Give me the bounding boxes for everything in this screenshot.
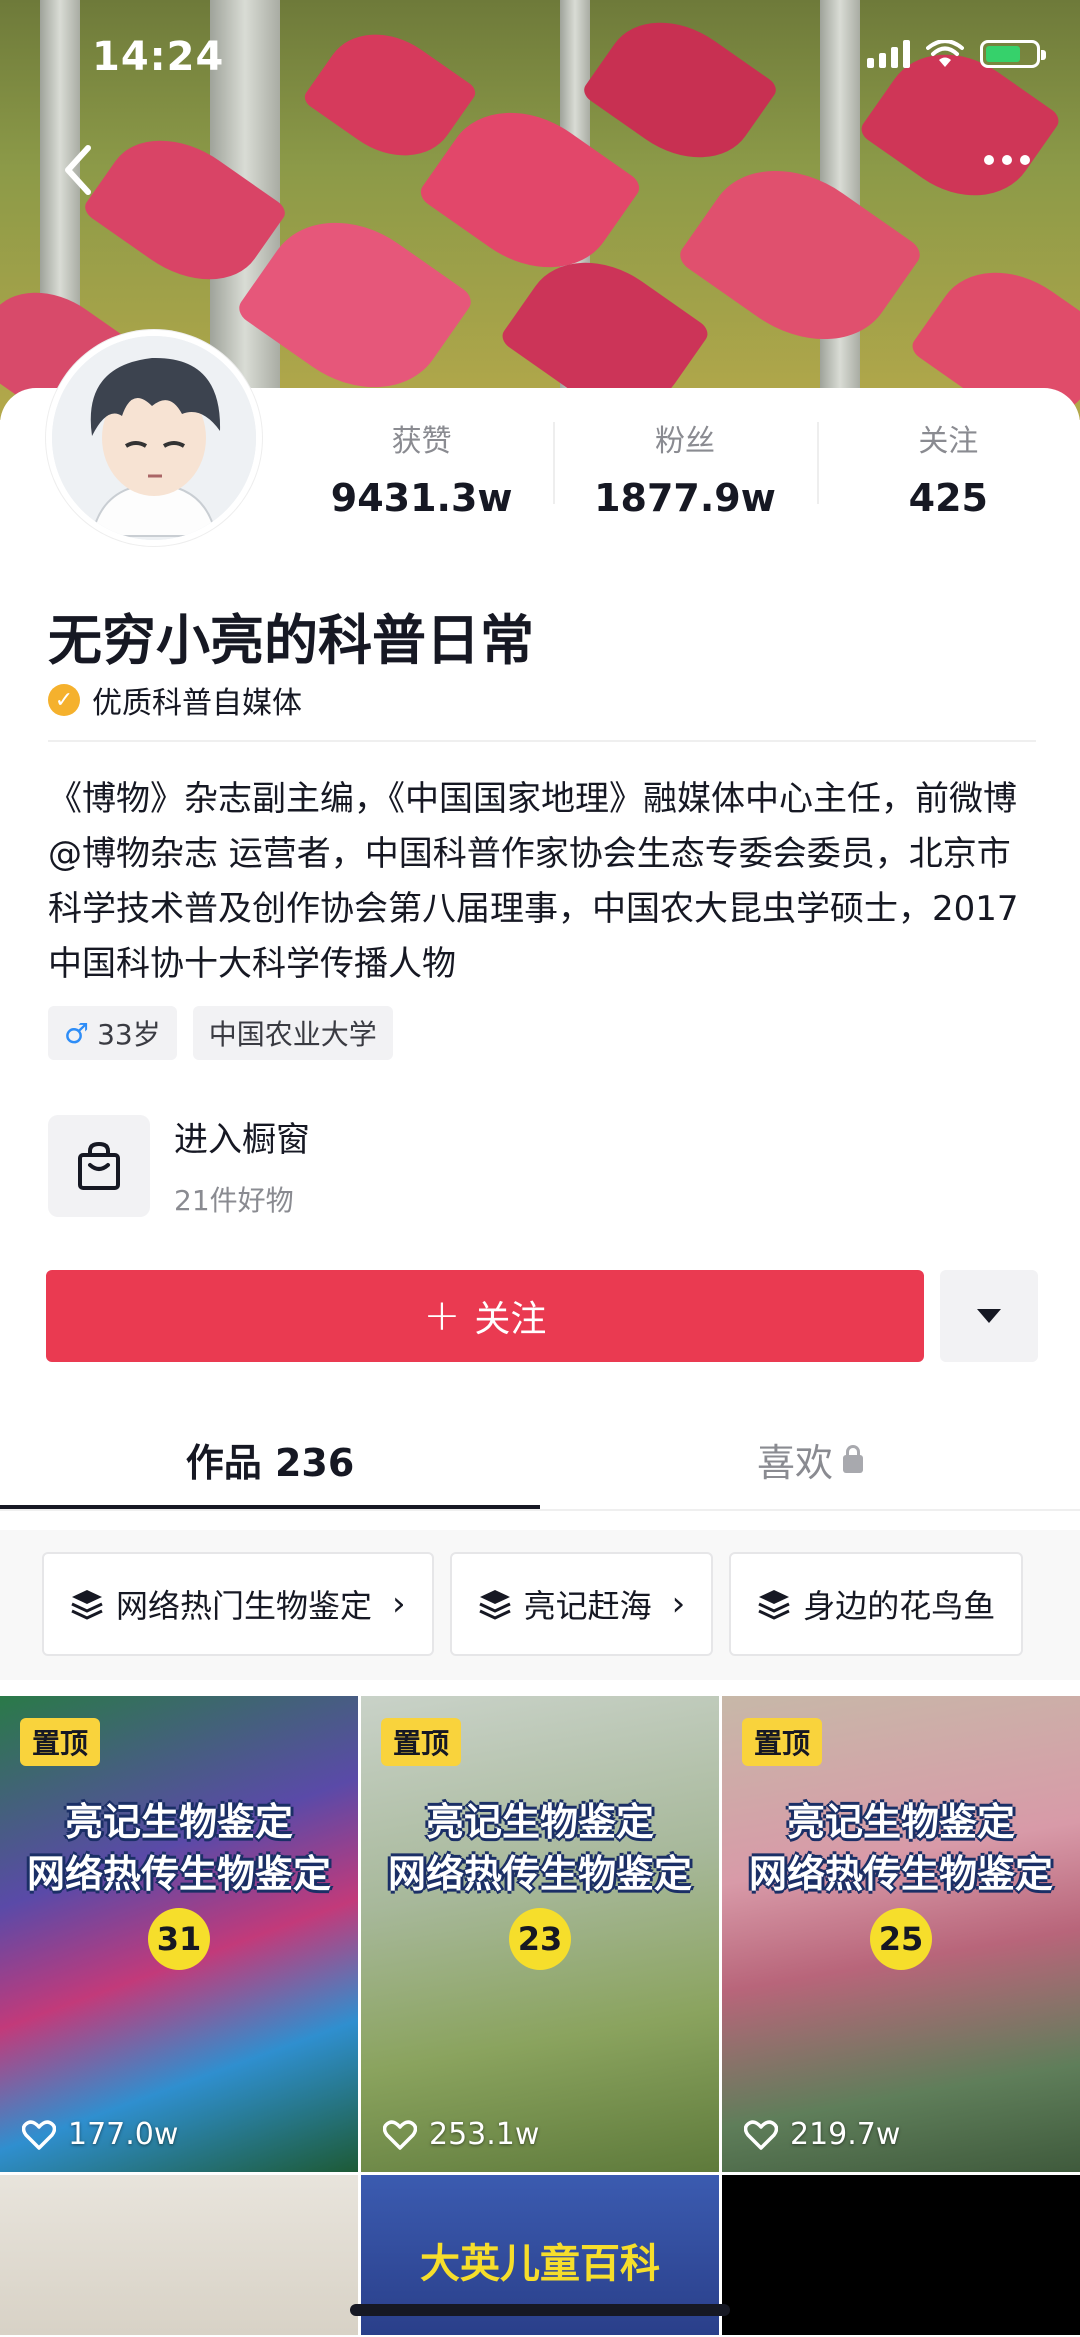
divider — [48, 740, 1036, 742]
verification-text: 优质科普自媒体 — [92, 686, 302, 721]
stat-label: 粉丝 — [654, 424, 715, 459]
stat-value: 425 — [908, 476, 988, 520]
heart-outline-icon — [383, 2119, 417, 2150]
pinned-badge: 置顶 — [381, 1718, 462, 1766]
shopping-bag-icon — [48, 1114, 150, 1217]
status-icons — [867, 40, 1046, 68]
avatar-illustration — [52, 336, 256, 540]
like-count: 253.1w — [383, 2117, 539, 2152]
cover-title: 大英儿童百科 — [420, 2241, 660, 2287]
video-thumbnail[interactable]: 置顶 亮记生物鉴定 网络热传生物鉴定 23 253.1w — [361, 1696, 719, 2172]
avatar[interactable] — [46, 330, 262, 546]
follow-label: 关注 — [474, 1299, 547, 1340]
age-text: 33岁 — [97, 1018, 161, 1051]
stat-likes[interactable]: 获赞 9431.3w — [290, 416, 553, 520]
layers-icon — [478, 1590, 511, 1620]
video-thumbnail[interactable]: 置顶 亮记生物鉴定 网络热传生物鉴定 25 219.7w — [722, 1696, 1080, 2172]
like-count-text: 253.1w — [429, 2117, 540, 2152]
school-text: 中国农业大学 — [208, 1018, 377, 1051]
like-count-text: 177.0w — [68, 2117, 179, 2152]
battery-icon — [980, 40, 1046, 68]
back-button[interactable] — [54, 140, 104, 200]
profile-tags: ♂ 33岁 中国农业大学 — [48, 1006, 393, 1060]
cover-title: 亮记生物鉴定 网络热传生物鉴定 23 — [361, 1796, 719, 1970]
episode-number: 31 — [148, 1908, 210, 1970]
tab-likes-label: 喜欢 — [756, 1441, 833, 1485]
heart-outline-icon — [22, 2119, 56, 2150]
cover-title: 亮记生物鉴定 网络热传生物鉴定 25 — [722, 1796, 1080, 1970]
episode-number: 23 — [509, 1908, 571, 1970]
stat-value: 9431.3w — [330, 476, 513, 520]
shop-subtitle: 21件好物 — [174, 1184, 294, 1217]
cover-line-2: 网络热传生物鉴定 — [748, 1852, 1053, 1896]
cover-line-1: 亮记生物鉴定 — [64, 1800, 293, 1844]
stat-label: 关注 — [918, 424, 979, 459]
video-thumbnail[interactable] — [722, 2175, 1080, 2335]
chevron-right-icon: › — [392, 1584, 406, 1624]
collection-label: 网络热门生物鉴定 — [116, 1587, 373, 1625]
collection-label: 身边的花鸟鱼 — [803, 1587, 996, 1625]
wifi-icon — [926, 40, 964, 67]
tab-works[interactable]: 作品 236 — [0, 1410, 540, 1510]
layers-icon — [758, 1590, 790, 1620]
collections-row: 网络热门生物鉴定 › 亮记赶海 › 身边的花鸟鱼 — [0, 1552, 1080, 1656]
more-options-button[interactable] — [984, 155, 1030, 165]
profile-tabs: 作品 236 喜欢 — [0, 1410, 1080, 1510]
stat-followers[interactable]: 粉丝 1877.9w — [553, 416, 816, 520]
tab-works-label: 作品 236 — [185, 1441, 355, 1485]
collection-label: 亮记赶海 — [523, 1587, 652, 1625]
chevron-right-icon: › — [671, 1584, 686, 1624]
stats-row: 获赞 9431.3w 粉丝 1877.9w 关注 425 — [290, 416, 1080, 520]
stat-label: 获赞 — [391, 424, 452, 459]
tab-divider — [0, 1509, 1080, 1511]
cover-line-1: 亮记生物鉴定 — [786, 1800, 1015, 1844]
cover-line-1: 亮记生物鉴定 — [425, 1800, 654, 1844]
age-tag: ♂ 33岁 — [48, 1006, 177, 1060]
episode-number: 25 — [870, 1908, 932, 1970]
stat-following[interactable]: 关注 425 — [816, 416, 1080, 520]
verification-badge: ✓ 优质科普自媒体 — [48, 678, 302, 722]
like-count: 219.7w — [744, 2117, 900, 2152]
cover-line-2: 网络热传生物鉴定 — [387, 1852, 692, 1896]
verified-check-icon: ✓ — [48, 684, 80, 716]
shop-window-entry[interactable]: 进入橱窗 21件好物 — [48, 1112, 310, 1219]
plus-icon: + — [423, 1290, 461, 1341]
cover-line-2: 网络热传生物鉴定 — [26, 1852, 331, 1896]
like-count-text: 219.7w — [790, 2117, 901, 2152]
home-indicator — [350, 2304, 730, 2316]
collection-chip[interactable]: 网络热门生物鉴定 › — [42, 1552, 434, 1656]
video-thumbnail[interactable]: 置顶 亮记生物鉴定 网络热传生物鉴定 31 177.0w — [0, 1696, 358, 2172]
video-grid: 置顶 亮记生物鉴定 网络热传生物鉴定 31 177.0w 置顶 亮记生物鉴定 网… — [0, 1696, 1080, 2335]
like-count: 177.0w — [22, 2117, 178, 2152]
more-actions-dropdown-button[interactable] — [940, 1270, 1038, 1362]
profile-bio: 《博物》杂志副主编，《中国国家地理》融媒体中心主任，前微博@博物杂志 运营者，中… — [48, 779, 1019, 984]
male-icon: ♂ — [64, 1016, 90, 1050]
tab-likes[interactable]: 喜欢 — [540, 1410, 1080, 1510]
heart-outline-icon — [744, 2119, 778, 2150]
layers-icon — [71, 1590, 103, 1620]
pinned-badge: 置顶 — [742, 1718, 823, 1766]
cover-title: 亮记生物鉴定 网络热传生物鉴定 31 — [0, 1796, 358, 1970]
caret-down-icon — [977, 1309, 1001, 1323]
school-tag[interactable]: 中国农业大学 — [192, 1006, 393, 1060]
follow-button[interactable]: + 关注 — [46, 1270, 924, 1362]
lock-icon — [843, 1444, 863, 1473]
collection-chip[interactable]: 身边的花鸟鱼 — [729, 1552, 1024, 1656]
shop-title: 进入橱窗 — [174, 1120, 310, 1160]
signal-icon — [867, 40, 910, 68]
pinned-badge: 置顶 — [20, 1718, 101, 1766]
video-thumbnail[interactable] — [0, 2175, 358, 2335]
status-time: 14:24 — [92, 34, 225, 80]
collection-chip[interactable]: 亮记赶海 › — [449, 1552, 714, 1656]
profile-name: 无穷小亮的科普日常 — [48, 609, 534, 672]
stat-value: 1877.9w — [594, 476, 776, 520]
